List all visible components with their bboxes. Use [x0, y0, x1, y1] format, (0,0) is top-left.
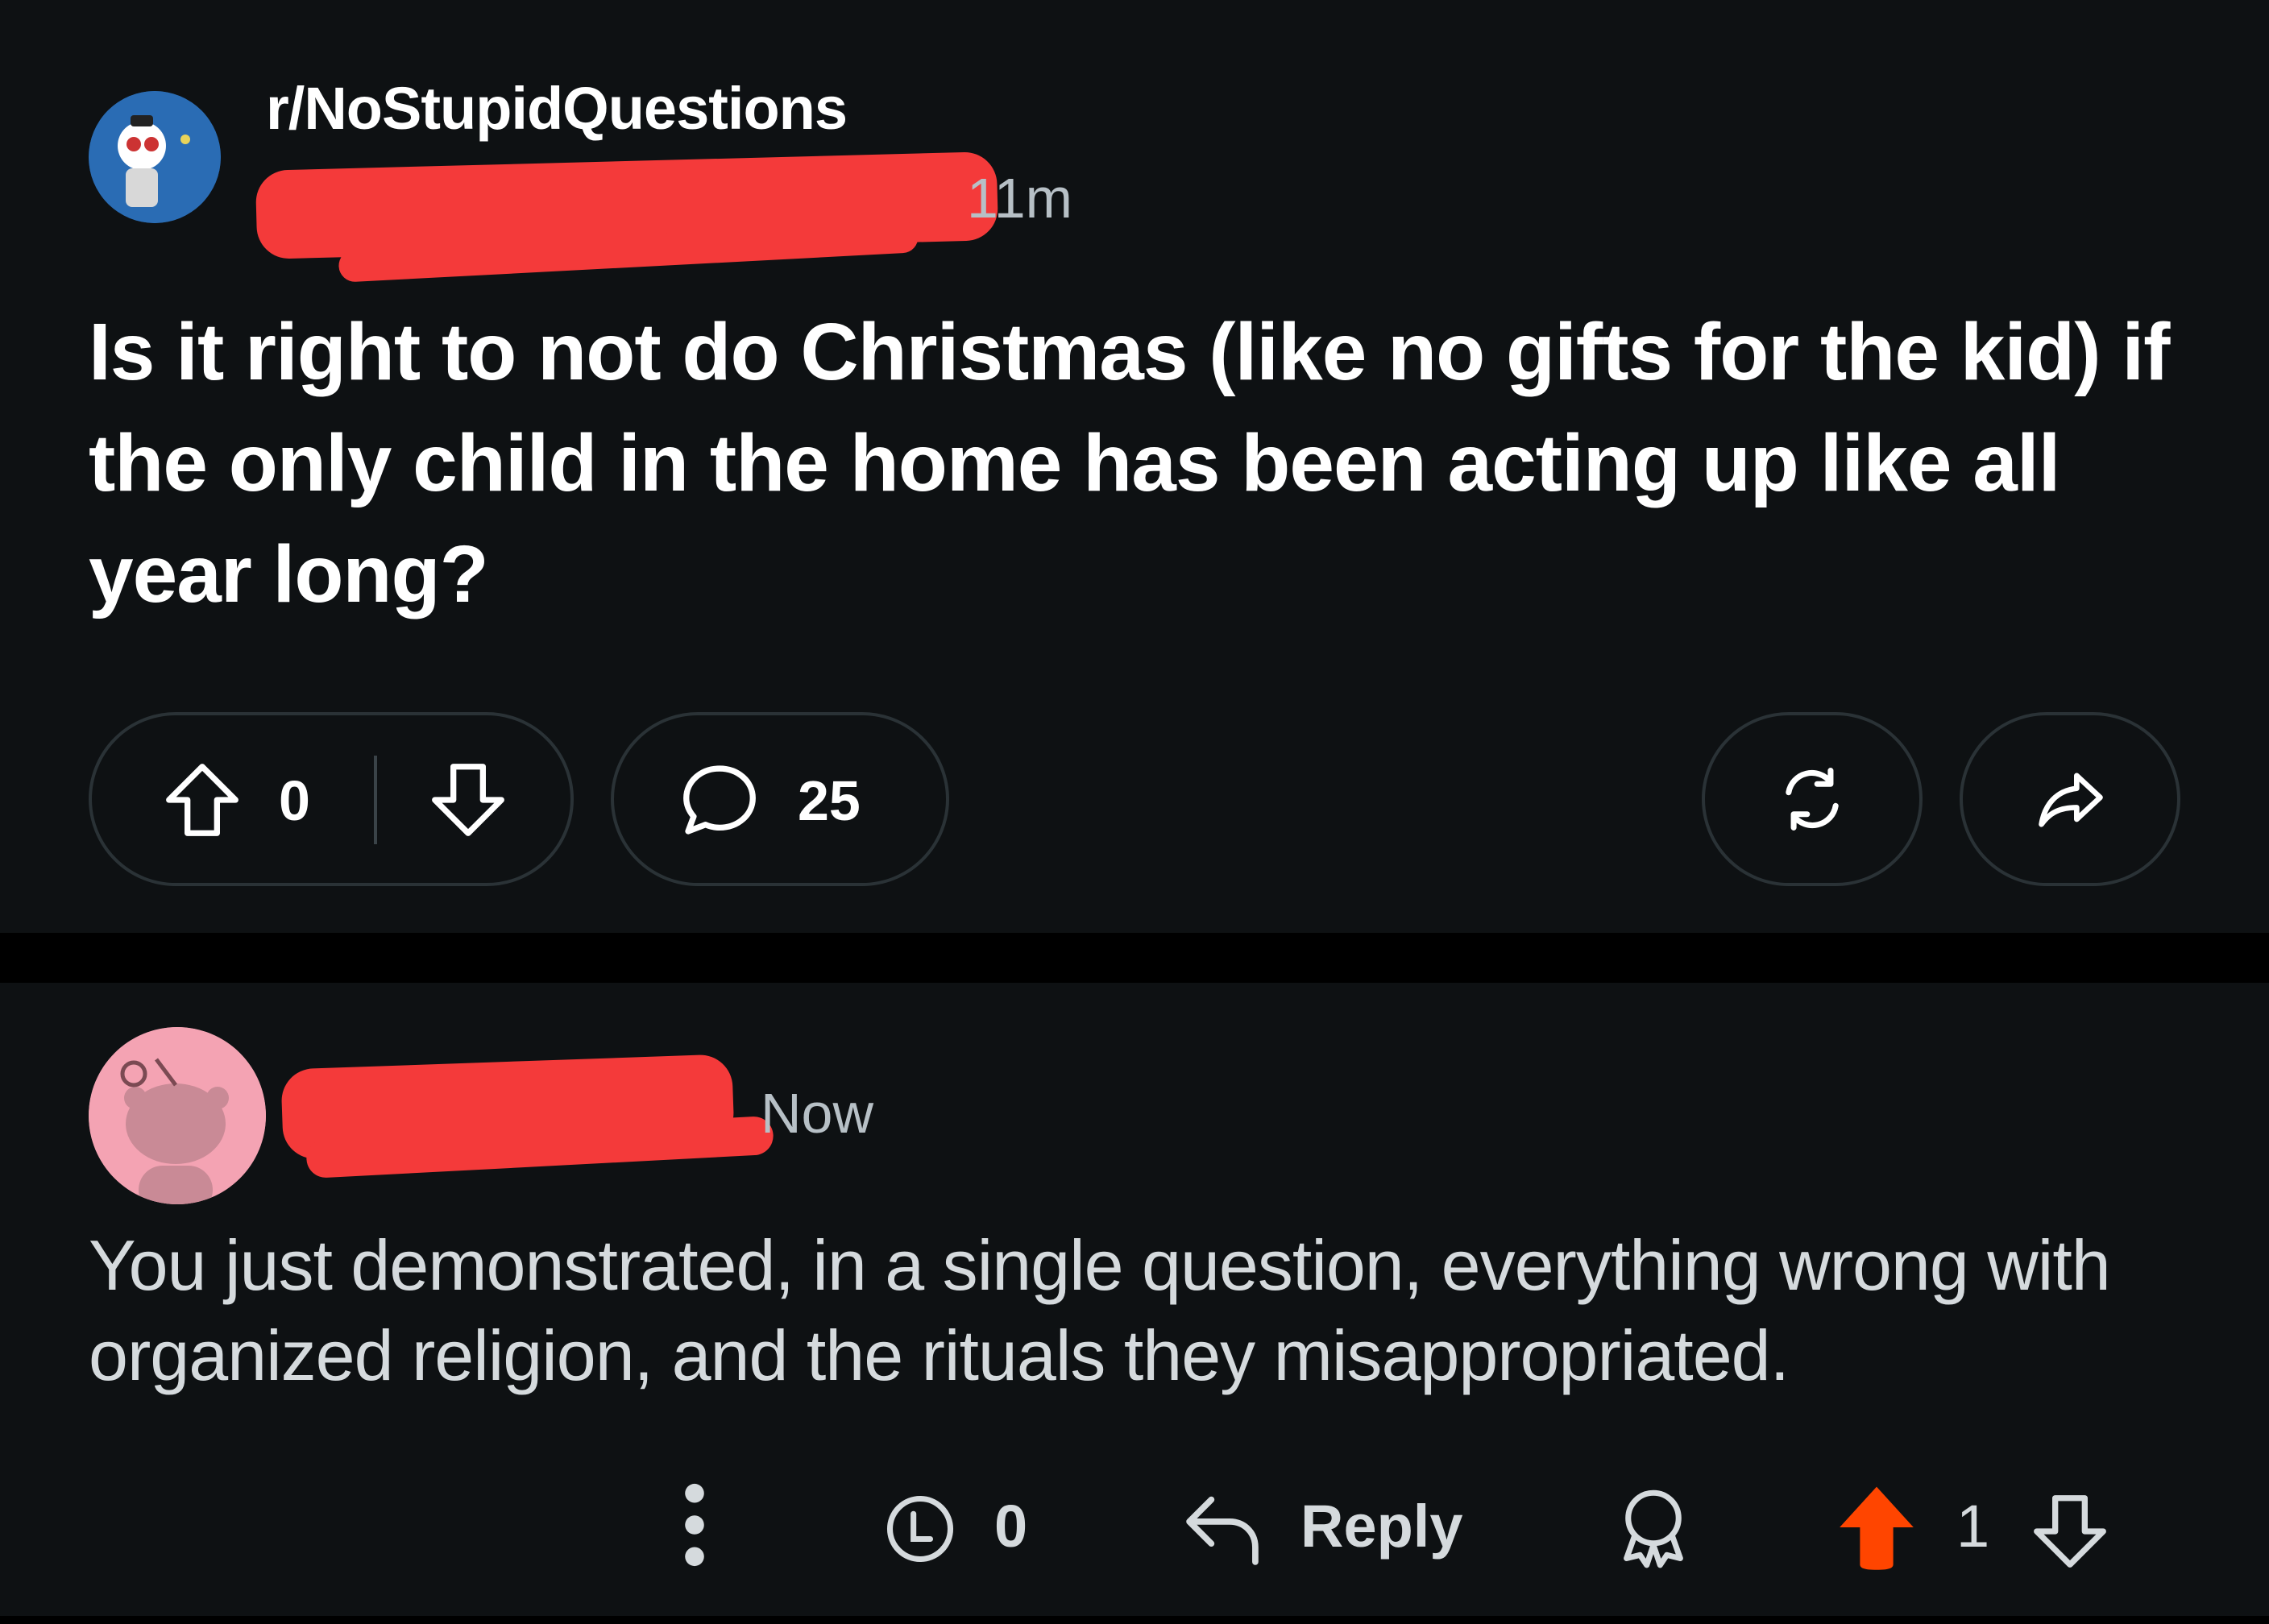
- subreddit-name[interactable]: r/NoStupidQuestions: [266, 74, 848, 143]
- share-button[interactable]: [1960, 712, 2180, 886]
- more-options-icon[interactable]: [678, 1481, 711, 1569]
- commenter-avatar[interactable]: [89, 1027, 266, 1204]
- comment-vote-count: 1: [1956, 1493, 1990, 1560]
- reply-icon: [1186, 1496, 1259, 1565]
- post-comment-count: 25: [798, 769, 861, 832]
- upvote-icon[interactable]: [158, 756, 247, 844]
- post-upvote-count: 0: [279, 769, 310, 832]
- vote-divider: [374, 756, 377, 844]
- post-age: 11m: [967, 167, 1072, 230]
- downvote-icon[interactable]: [424, 756, 512, 844]
- share-icon: [2039, 773, 2103, 827]
- award-count: 0: [994, 1493, 1028, 1560]
- award-icon[interactable]: [880, 1489, 960, 1569]
- reply-button[interactable]: Reply: [1300, 1492, 1463, 1560]
- vote-pill: 0: [89, 712, 574, 886]
- crosspost-button[interactable]: [1702, 712, 1923, 886]
- comment-icon: [683, 765, 756, 835]
- crosspost-icon: [1786, 768, 1839, 831]
- comments-button[interactable]: 25: [611, 712, 949, 886]
- comment-body: You just demonstrated, in a single quest…: [89, 1225, 2111, 1395]
- post-card[interactable]: r/NoStupidQuestions 11m Is it right to n…: [0, 0, 2269, 933]
- subreddit-avatar[interactable]: [89, 91, 221, 223]
- comment-age: Now: [761, 1082, 874, 1145]
- give-award-icon[interactable]: [1613, 1484, 1694, 1572]
- post-title[interactable]: Is it right to not do Christmas (like no…: [89, 296, 2184, 630]
- upvote-icon[interactable]: [1832, 1479, 1921, 1576]
- downvote-icon[interactable]: [2026, 1487, 2114, 1576]
